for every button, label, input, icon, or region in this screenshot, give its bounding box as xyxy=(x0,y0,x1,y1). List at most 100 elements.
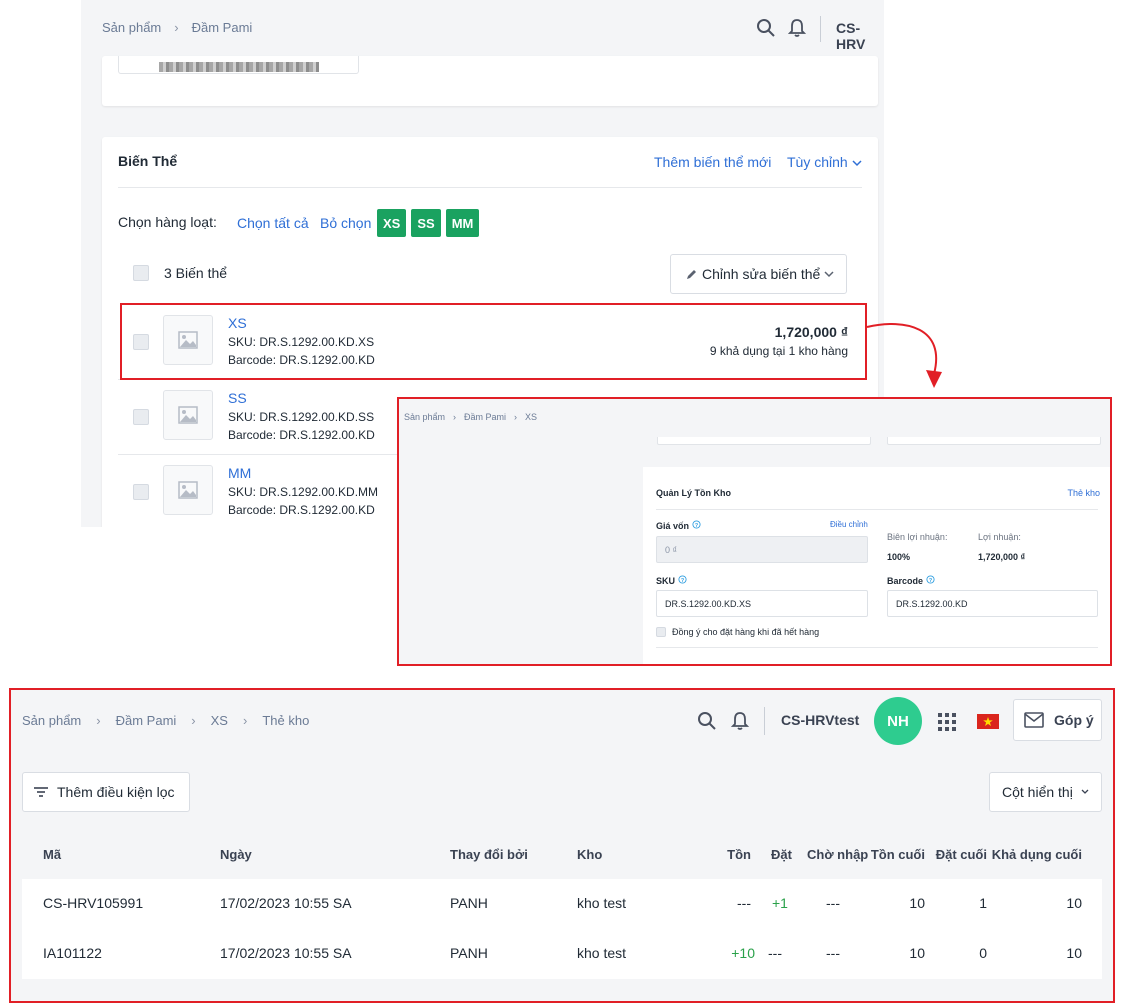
variant-thumbnail[interactable] xyxy=(163,465,213,515)
column-header-date: Ngày xyxy=(220,847,252,862)
row-warehouse[interactable]: kho test xyxy=(577,945,626,961)
row-changed-by[interactable]: PANH xyxy=(450,895,488,911)
chevron-down-icon xyxy=(824,271,834,278)
image-placeholder-icon xyxy=(178,481,198,499)
variant-barcode: Barcode: DR.S.1292.00.KD xyxy=(228,428,375,442)
field-remnant xyxy=(887,437,1101,445)
oversell-checkbox[interactable] xyxy=(656,627,666,637)
chevron-down-icon xyxy=(1081,789,1089,794)
row-end-ordered: 1 xyxy=(979,895,987,911)
breadcrumb-item-products[interactable]: Sản phẩm xyxy=(22,713,81,728)
mail-icon xyxy=(1024,712,1044,728)
help-circle-icon[interactable]: ? xyxy=(925,575,935,584)
columns-button[interactable]: Cột hiển thị xyxy=(989,772,1102,812)
column-header-ordered: Đặt xyxy=(771,847,792,862)
variant-sku: SKU: DR.S.1292.00.KD.MM xyxy=(228,485,379,499)
breadcrumb-separator: › xyxy=(174,20,179,35)
breadcrumb-item-product[interactable]: Đầm Pami xyxy=(464,412,506,422)
deselect-link[interactable]: Bỏ chọn xyxy=(320,215,371,231)
row-code[interactable]: IA101122 xyxy=(43,945,102,961)
add-variant-link[interactable]: Thêm biến thể mới xyxy=(654,154,771,170)
vietnam-flag-icon[interactable] xyxy=(977,714,999,729)
select-all-checkbox[interactable] xyxy=(133,265,149,281)
breadcrumb-item-product[interactable]: Đầm Pami xyxy=(116,713,177,728)
row-end-ordered: 0 xyxy=(979,945,987,961)
cost-input[interactable]: 0 ₫ xyxy=(656,536,868,563)
image-thumbnail-frame xyxy=(118,56,359,74)
table-header: Mã Ngày Thay đổi bởi Kho Tồn Đặt Chờ nhậ… xyxy=(22,829,1102,879)
chip-ss[interactable]: SS xyxy=(411,209,441,237)
search-icon[interactable] xyxy=(756,18,776,38)
stock-card-panel: Sản phẩm › Đầm Pami › XS › Thẻ kho CS-HRVtest … xyxy=(9,688,1115,1003)
avatar[interactable]: NH xyxy=(874,697,922,745)
table-row[interactable]: IA101122 17/02/2023 10:55 SA PANH kho te… xyxy=(22,929,1102,979)
sku-label-group: SKU ? xyxy=(656,575,687,586)
row-incoming: --- xyxy=(826,895,840,911)
bell-icon[interactable] xyxy=(788,18,806,38)
breadcrumb: Sản phẩm › Đầm Pami xyxy=(102,20,252,35)
svg-text:?: ? xyxy=(928,578,931,584)
cost-label-group: Giá vốn ? xyxy=(656,520,701,531)
grid-apps-icon[interactable] xyxy=(937,712,957,732)
variant-name[interactable]: SS xyxy=(228,390,247,406)
row-stock: --- xyxy=(737,895,751,911)
column-header-warehouse: Kho xyxy=(577,847,603,862)
field-remnant xyxy=(657,437,871,445)
breadcrumb-item-products[interactable]: Sản phẩm xyxy=(102,20,161,35)
table-row[interactable]: CS-HRV105991 17/02/2023 10:55 SA PANH kh… xyxy=(22,879,1102,929)
bell-icon[interactable] xyxy=(731,711,749,731)
column-header-code: Mã xyxy=(43,847,62,862)
customize-dropdown[interactable]: Tùy chỉnh xyxy=(787,154,862,170)
image-placeholder-icon xyxy=(178,406,198,424)
row-code[interactable]: CS-HRV105991 xyxy=(43,895,143,911)
breadcrumb-separator: › xyxy=(191,713,196,728)
row-end-available: 10 xyxy=(1066,895,1082,911)
row-end-stock: 10 xyxy=(909,895,925,911)
left-column xyxy=(399,437,643,664)
breadcrumb-item-stock-card: Thẻ kho xyxy=(262,713,310,728)
margin-value: 100% xyxy=(887,552,911,562)
variant-checkbox[interactable] xyxy=(133,409,149,425)
column-header-changed-by: Thay đổi bởi xyxy=(450,847,528,862)
chip-xs[interactable]: XS xyxy=(377,209,407,237)
row-changed-by[interactable]: PANH xyxy=(450,945,488,961)
chip-mm[interactable]: MM xyxy=(445,209,480,237)
column-header-incoming: Chờ nhập xyxy=(807,847,869,862)
row-date: 17/02/2023 10:55 SA xyxy=(220,895,352,911)
breadcrumb-item-product[interactable]: Đầm Pami xyxy=(192,20,253,35)
breadcrumb-item-products[interactable]: Sản phẩm xyxy=(404,412,445,422)
user-name[interactable]: CS-HRVtest xyxy=(781,712,859,728)
column-header-end-available: Khả dụng cuối xyxy=(991,847,1082,862)
columns-label: Cột hiển thị xyxy=(1002,784,1073,800)
images-card xyxy=(102,56,878,106)
breadcrumb-item-variant[interactable]: XS xyxy=(525,412,537,422)
breadcrumb-separator: › xyxy=(453,412,457,422)
stock-card-link[interactable]: Thẻ kho xyxy=(1067,488,1100,498)
variant-name[interactable]: MM xyxy=(228,465,251,481)
user-name[interactable]: CS-HRV xyxy=(836,20,884,52)
help-circle-icon[interactable]: ? xyxy=(677,575,687,584)
divider xyxy=(118,187,862,188)
top-bar: Sản phẩm › Đầm Pami CS-HRV xyxy=(81,0,884,56)
variant-thumbnail[interactable] xyxy=(163,390,213,440)
row-warehouse[interactable]: kho test xyxy=(577,895,626,911)
search-icon[interactable] xyxy=(697,711,717,731)
help-circle-icon[interactable]: ? xyxy=(691,520,701,529)
sku-input[interactable]: DR.S.1292.00.KD.XS xyxy=(656,590,868,617)
breadcrumb-separator: › xyxy=(514,412,518,422)
column-header-stock: Tồn xyxy=(727,847,751,862)
breadcrumb-separator: › xyxy=(242,713,248,728)
breadcrumb-item-variant[interactable]: XS xyxy=(211,713,228,728)
add-filter-button[interactable]: Thêm điều kiện lọc xyxy=(22,772,190,812)
edit-variants-button[interactable]: Chỉnh sửa biến thể xyxy=(670,254,847,294)
select-all-link[interactable]: Chọn tất cả xyxy=(237,215,309,231)
variant-barcode: Barcode: DR.S.1292.00.KD xyxy=(228,503,375,517)
feedback-button[interactable]: Góp ý xyxy=(1013,699,1102,741)
barcode-input[interactable]: DR.S.1292.00.KD xyxy=(887,590,1098,617)
barcode-label: Barcode xyxy=(887,576,924,586)
adjust-cost-link[interactable]: Điều chỉnh xyxy=(830,520,868,529)
profit-label: Lợi nhuận: xyxy=(978,532,1021,542)
product-image[interactable] xyxy=(159,62,319,72)
row-end-stock: 10 xyxy=(909,945,925,961)
variant-checkbox[interactable] xyxy=(133,484,149,500)
